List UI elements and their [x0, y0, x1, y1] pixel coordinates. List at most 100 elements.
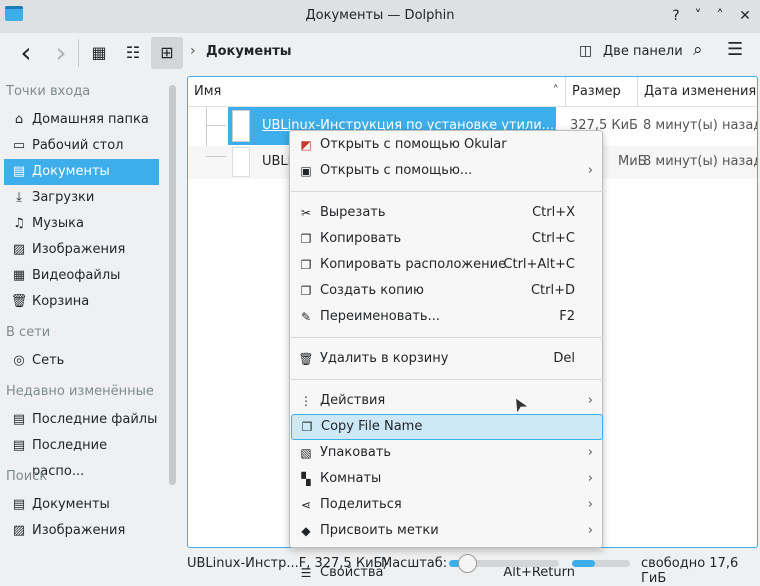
file-name[interactable]: UBLi [262, 144, 291, 180]
context-menu: ◩ Открыть с помощью Okular ▣ Открыть с помо… [289, 130, 603, 580]
image-icon: ▨ [12, 242, 26, 257]
details-view-button[interactable]: ⊞ [151, 37, 183, 69]
sidebar-item[interactable]: ♫ Музыка [4, 211, 159, 237]
column-header-name[interactable]: Имя ˄ [188, 77, 566, 107]
free-space-label: свободно 17,6 ГиБ [641, 556, 739, 586]
column-header-size[interactable]: Размер [566, 77, 638, 107]
close-button[interactable]: ✕ [735, 6, 755, 26]
documents-icon: ▤ [12, 497, 26, 512]
menu-item-label: Создать копию [320, 283, 424, 298]
forward-button[interactable]: › [45, 37, 77, 69]
sidebar-item[interactable]: 🗑 Корзина [4, 289, 159, 315]
video-icon: ▦ [12, 268, 26, 283]
home-icon: ⌂ [14, 112, 24, 127]
copy-location-icon: ❐ [300, 258, 312, 272]
sidebar-section-header: Точки входа [6, 84, 91, 99]
sidebar-item[interactable]: ▤ Последние распо... [4, 433, 159, 479]
sidebar-section-header: Недавно изменённые [6, 384, 154, 399]
menu-item[interactable]: ✎ Переименовать... F2 [291, 304, 603, 330]
menu-item-label: Вырезать [320, 205, 386, 220]
menu-item-label: Упаковать [320, 445, 392, 460]
menu-shortcut: F2 [559, 309, 575, 324]
menu-item[interactable]: ❐ Копировать расположение Ctrl+Alt+C [291, 252, 603, 278]
places-panel: Точки входа ⌂ Домашняя папка ▭ Рабочий стол ▤… [0, 76, 184, 548]
recent-locations-icon: ▤ [12, 438, 26, 453]
sidebar-item-label: Загрузки [32, 190, 95, 205]
menu-item[interactable]: ▚ Комнаты › [291, 466, 603, 492]
archive-icon: ▧ [300, 446, 312, 460]
sidebar-item[interactable]: ▦ Видеофайлы [4, 263, 159, 289]
sidebar-item[interactable]: ◎ Сеть [4, 348, 159, 374]
split-view-button[interactable]: Две панели [603, 44, 683, 59]
sidebar-section-header: Поиск [6, 469, 48, 484]
pdf-file-icon [232, 110, 250, 142]
submenu-arrow-icon: › [587, 393, 593, 408]
status-bar: UBLinux-Инстр...F, 327,5 КиБ) Масштаб: с… [0, 548, 760, 586]
menu-shortcut: Ctrl+D [530, 283, 575, 298]
sidebar-item-label: Сеть [32, 353, 65, 368]
sidebar-item-label: Рабочий стол [32, 138, 124, 153]
menu-item-label: Открыть с помощью Okular [320, 137, 507, 152]
open-with-icon: ▣ [300, 164, 312, 178]
music-icon: ♫ [13, 216, 25, 231]
menu-shortcut: Ctrl+Alt+C [503, 257, 575, 272]
zoom-slider-handle[interactable] [457, 554, 477, 573]
download-icon: ⤓ [16, 190, 22, 205]
column-header-date[interactable]: Дата изменения [638, 77, 757, 107]
search-icon[interactable]: ⌕ [693, 40, 703, 60]
zoom-slider[interactable] [449, 554, 559, 573]
menu-item[interactable]: ⋮ Действия › [291, 388, 603, 414]
menu-item-label: Copy File Name [321, 419, 423, 434]
hamburger-menu-icon[interactable]: ☰ [727, 39, 743, 60]
submenu-arrow-icon: › [587, 523, 593, 538]
sidebar-scrollbar[interactable] [169, 85, 176, 485]
okular-icon: ◩ [300, 138, 312, 152]
menu-separator [291, 337, 603, 338]
compact-view-button[interactable]: ☷ [117, 37, 149, 69]
window-title: Документы — Dolphin [305, 8, 455, 23]
trash-icon: 🗑 [10, 294, 28, 309]
file-date: 8 минут(ы) назад [643, 154, 758, 169]
sidebar-item[interactable]: ▭ Рабочий стол [4, 133, 159, 159]
menu-item[interactable]: ❐ Copy File Name [291, 414, 603, 440]
menu-item[interactable]: ⋖ Поделиться › [291, 492, 603, 518]
help-button[interactable]: ? [666, 6, 686, 26]
sidebar-item[interactable]: ▤ Документы [4, 159, 159, 185]
breadcrumb[interactable]: Документы [206, 44, 292, 59]
column-label: Имя [194, 84, 222, 99]
menu-separator [291, 191, 603, 192]
menu-item[interactable]: 🗑 Удалить в корзину Del [291, 346, 603, 372]
network-icon: ◎ [13, 353, 25, 368]
sidebar-item[interactable]: ▤ Документы [4, 492, 159, 518]
menu-item[interactable]: ✂ Вырезать Ctrl+X [291, 200, 603, 226]
sidebar-item[interactable]: ⤓ Загрузки [4, 185, 159, 211]
menu-item[interactable]: ❐ Создать копию Ctrl+D [291, 278, 603, 304]
sidebar-item-label: Документы [32, 164, 110, 179]
menu-item[interactable]: ▧ Упаковать › [291, 440, 603, 466]
menu-item[interactable]: ▣ Открыть с помощью... › [291, 158, 603, 184]
icons-view-button[interactable]: ▦ [83, 37, 115, 69]
sidebar-item[interactable]: ⌂ Домашняя папка [4, 107, 159, 133]
sidebar-item[interactable]: ▤ Последние файлы [4, 407, 159, 433]
submenu-arrow-icon: › [587, 497, 593, 512]
sidebar-item[interactable]: ▨ Изображения [4, 237, 159, 263]
sidebar-section-header: В сети [6, 325, 51, 340]
sidebar-item-label: Изображения [32, 242, 126, 257]
back-button[interactable]: ‹ [10, 37, 42, 69]
minimize-button[interactable]: ˅ [688, 6, 708, 26]
menu-separator [291, 379, 603, 380]
sidebar-item-label: Последние файлы [32, 412, 158, 427]
maximize-button[interactable]: ˄ [710, 6, 730, 26]
menu-item-label: Удалить в корзину [320, 351, 449, 366]
cut-icon: ✂ [300, 206, 312, 220]
sidebar-item[interactable]: ▨ Изображения [4, 518, 159, 544]
sort-ascending-icon: ˄ [552, 84, 560, 99]
menu-item[interactable]: ◆ Присвоить метки › [291, 518, 603, 544]
menu-item[interactable]: ❐ Копировать Ctrl+C [291, 226, 603, 252]
breadcrumb-chevron-icon: › [190, 43, 196, 59]
documents-icon: ▤ [12, 164, 26, 179]
file-icon [232, 147, 250, 177]
sidebar-item-label: Музыка [32, 216, 84, 231]
image-icon: ▨ [12, 523, 26, 538]
menu-item[interactable]: ◩ Открыть с помощью Okular [291, 132, 603, 158]
